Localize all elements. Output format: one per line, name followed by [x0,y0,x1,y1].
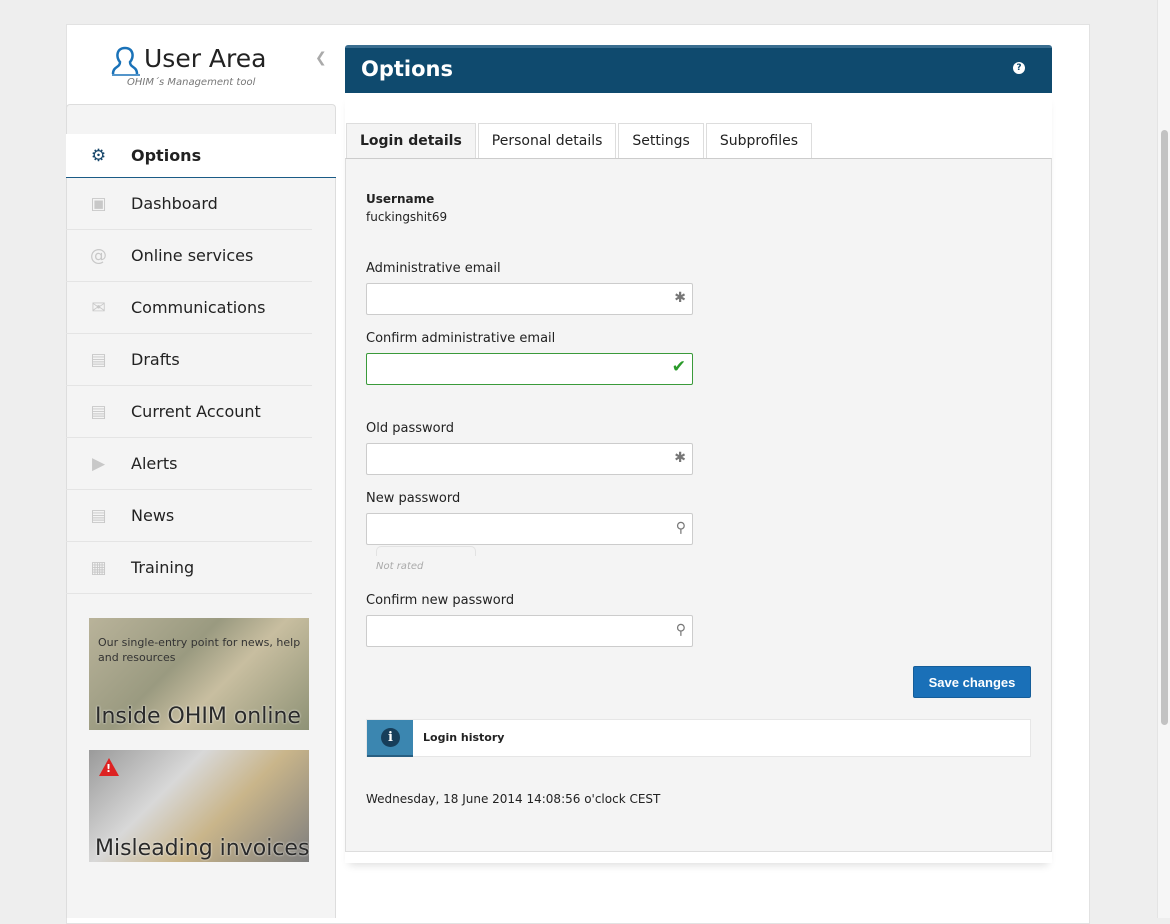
sidebar-item-communications[interactable]: ✉ Communications [66,282,312,334]
megaphone-icon: ▶ [91,453,106,474]
confirm-email-field[interactable]: ✔ [366,353,693,385]
sidebar-item-alerts[interactable]: ▶ Alerts [66,438,312,490]
collapse-sidebar-icon[interactable]: ❮ [315,50,327,66]
page-title: Options [361,57,453,81]
promo-title: Inside OHIM online [95,704,301,729]
tab-settings[interactable]: Settings [618,123,704,158]
wallet-icon: ▤ [90,401,107,422]
sidebar-item-label: Current Account [131,402,261,421]
confirm-password-label: Confirm new password [366,593,515,608]
promo-misleading-invoices[interactable]: ! Misleading invoices [89,750,309,862]
tab-personal-details[interactable]: Personal details [477,123,617,158]
panel-header: Options ? [345,45,1052,93]
required-asterisk-icon: ✱ [674,290,686,306]
username-value: fuckingshit69 [366,210,448,224]
new-password-label: New password [366,491,461,506]
promo-text: Our single-entry point for news, help an… [98,636,301,664]
admin-email-field[interactable]: ✱ [366,283,693,315]
tab-bar: Login details Personal details Settings … [346,123,814,159]
confirm-password-field[interactable]: ⚲ [366,615,693,647]
warning-icon: ! [99,758,119,776]
sidebar-item-label: Dashboard [131,194,218,213]
scrollbar-thumb[interactable] [1161,130,1168,725]
scrollbar[interactable] [1157,0,1170,918]
sidebar-item-label: Options [131,146,202,165]
newspaper-icon: ▤ [90,505,107,526]
sidebar-item-label: Training [131,558,195,577]
at-icon: @ [90,245,107,266]
checkmark-icon: ✔ [671,357,686,377]
old-password-field[interactable]: ✱ [366,443,693,475]
logo-subtitle: OHIM´s Management tool [127,77,256,88]
sidebar-item-drafts[interactable]: ▤ Drafts [66,334,312,386]
help-icon[interactable]: ? [1013,62,1025,74]
promo-title: Misleading invoices [95,836,309,861]
sidebar-item-current-account[interactable]: ▤ Current Account [66,386,312,438]
sidebar-item-online-services[interactable]: @ Online services [66,230,312,282]
confirm-email-label: Confirm administrative email [366,331,556,346]
sidebar-item-dashboard[interactable]: ▣ Dashboard [66,178,312,230]
logo-title: User Area [144,44,267,73]
info-icon: i [367,720,413,757]
password-strength-text: Not rated [376,561,424,572]
gear-icon: ⚙ [90,145,107,166]
save-changes-button[interactable]: Save changes [913,666,1031,698]
password-strength-meter [376,546,476,556]
sidebar-item-label: Drafts [131,350,180,369]
sidebar-item-options[interactable]: ⚙ Options [66,134,336,178]
presentation-icon: ▦ [90,557,107,578]
password-lock-icon: ⚲ [675,622,686,638]
dashboard-icon: ▣ [90,193,107,214]
sidebar-item-label: Online services [131,246,254,265]
old-password-label: Old password [366,421,454,436]
login-history-label: Login history [423,731,505,744]
timestamp: Wednesday, 18 June 2014 14:08:56 o'clock… [366,792,661,806]
sidebar-item-training[interactable]: ▦ Training [66,542,312,594]
tab-subprofiles[interactable]: Subprofiles [705,123,812,158]
new-password-field[interactable]: ⚲ [366,513,693,545]
promo-inside-ohim[interactable]: Our single-entry point for news, help an… [89,618,309,730]
sidebar-item-label: Alerts [131,454,178,473]
logo[interactable]: User Area OHIM´s Management tool [110,44,270,88]
drafts-icon: ▤ [90,349,107,370]
password-lock-icon: ⚲ [675,520,686,536]
sidebar-item-label: Communications [131,298,266,317]
sidebar-item-label: News [131,506,175,525]
admin-email-label: Administrative email [366,261,501,276]
required-asterisk-icon: ✱ [674,450,686,466]
sidebar-item-news[interactable]: ▤ News [66,490,312,542]
tab-login-details[interactable]: Login details [346,123,476,159]
login-history-bar[interactable]: i Login history [366,719,1031,757]
envelope-icon: ✉ [91,297,106,318]
user-icon [111,46,140,76]
login-details-form: Username fuckingshit69 Administrative em… [345,158,1052,852]
username-label: Username [366,192,435,206]
